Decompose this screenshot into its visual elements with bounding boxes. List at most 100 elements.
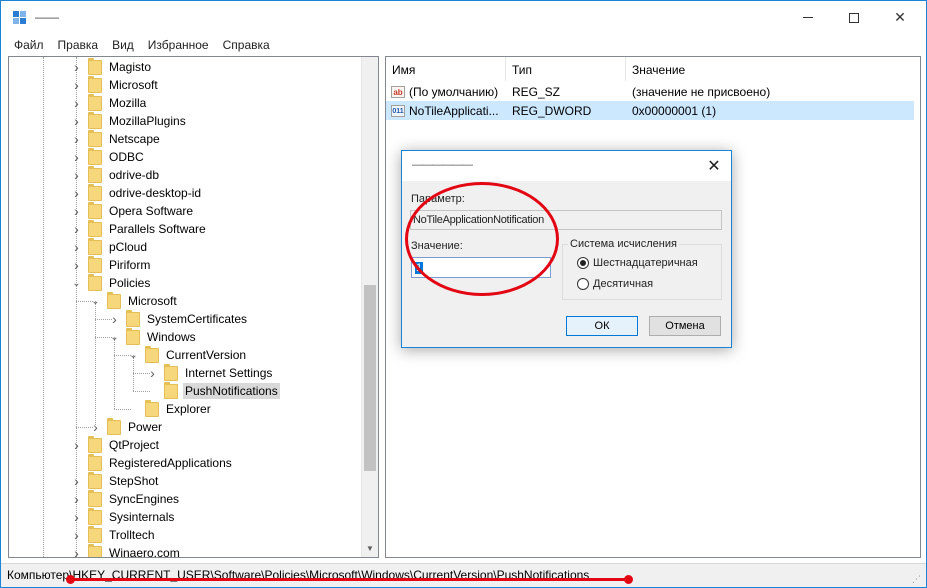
- folder-icon: [88, 471, 102, 489]
- chevron-right-icon[interactable]: ›: [71, 184, 82, 202]
- ok-button[interactable]: ОК: [566, 316, 638, 336]
- tree-node[interactable]: › odrive-desktop-id: [71, 183, 203, 202]
- list-header: Имя Тип Значение: [386, 57, 916, 81]
- tree-node[interactable]: › SystemCertificates: [109, 309, 249, 328]
- chevron-right-icon[interactable]: ›: [71, 220, 82, 238]
- chevron-right-icon[interactable]: ›: [71, 148, 82, 166]
- hex-label: Шестнадцатеричная: [593, 257, 698, 269]
- tree-scrollbar[interactable]: ▼: [361, 57, 378, 557]
- chevron-right-icon[interactable]: ›: [71, 238, 82, 256]
- tree-node[interactable]: ⌄ Policies: [71, 273, 152, 292]
- dec-radio[interactable]: Десятичная: [577, 278, 653, 290]
- value-name: NoTileApplicati...: [409, 103, 499, 118]
- tree-node[interactable]: › Parallels Software: [71, 219, 208, 238]
- chevron-right-icon[interactable]: ›: [71, 112, 82, 130]
- tree-node[interactable]: › Mozilla: [71, 93, 148, 112]
- scroll-down-icon[interactable]: ▼: [366, 544, 374, 553]
- folder-icon: [88, 183, 102, 201]
- chevron-down-icon[interactable]: ⌄: [71, 274, 82, 292]
- radio-checked-icon: [577, 257, 589, 269]
- tree-node[interactable]: Explorer: [128, 399, 213, 418]
- registry-tree[interactable]: ▼ › Magisto › Microsoft › Mozilla › MozillaPlug…: [8, 56, 379, 558]
- value-type: REG_SZ: [512, 84, 561, 99]
- column-type-header[interactable]: Тип: [506, 57, 626, 81]
- folder-icon: [88, 219, 102, 237]
- cancel-button[interactable]: Отмена: [649, 316, 721, 336]
- tree-node-label: RegisteredApplications: [109, 456, 232, 470]
- dialog-close-button[interactable]: ✕: [697, 151, 731, 181]
- tree-node[interactable]: › Opera Software: [71, 201, 195, 220]
- tree-node[interactable]: ⌄ CurrentVersion: [128, 345, 248, 364]
- chevron-right-icon[interactable]: ›: [71, 166, 82, 184]
- minimize-icon: [803, 17, 813, 18]
- column-value-header[interactable]: Значение: [626, 57, 914, 81]
- menu-edit[interactable]: Правка: [51, 35, 106, 55]
- chevron-right-icon[interactable]: ›: [71, 94, 82, 112]
- folder-icon: [164, 363, 178, 381]
- folder-icon: [88, 453, 102, 471]
- dialog-title-bar[interactable]: —————— ✕: [402, 151, 731, 181]
- resize-grip-icon[interactable]: ⋰: [912, 574, 922, 584]
- dec-label: Десятичная: [593, 278, 654, 290]
- tree-node[interactable]: › Trolltech: [71, 525, 157, 544]
- menu-favorites[interactable]: Избранное: [141, 35, 216, 55]
- maximize-button[interactable]: [831, 1, 877, 34]
- chevron-right-icon[interactable]: ›: [71, 202, 82, 220]
- chevron-right-icon[interactable]: ›: [71, 130, 82, 148]
- string-value-icon: ab: [391, 85, 405, 98]
- folder-icon: [126, 309, 140, 327]
- tree-node[interactable]: › QtProject: [71, 435, 161, 454]
- chevron-right-icon[interactable]: ›: [71, 544, 82, 557]
- tree-node[interactable]: › StepShot: [71, 471, 160, 490]
- menu-file[interactable]: Файл: [7, 35, 51, 55]
- tree-node[interactable]: › pCloud: [71, 237, 149, 256]
- tree-node[interactable]: › Internet Settings: [147, 363, 274, 382]
- tree-node[interactable]: › Microsoft: [71, 75, 160, 94]
- tree-node-label: Explorer: [166, 402, 211, 416]
- tree-node[interactable]: RegisteredApplications: [71, 453, 234, 472]
- value-row-notile[interactable]: 011 NoTileApplicati... REG_DWORD 0x000000…: [386, 101, 914, 120]
- chevron-right-icon[interactable]: ›: [71, 76, 82, 94]
- tree-node[interactable]: ⌄ Windows: [109, 327, 198, 346]
- param-label: Параметр:: [411, 193, 465, 205]
- base-groupbox: [562, 244, 722, 300]
- title-bar[interactable]: —— ✕: [1, 1, 926, 34]
- tree-node-label: Power: [128, 420, 163, 434]
- close-button[interactable]: ✕: [877, 1, 923, 34]
- tree-node[interactable]: › Power: [90, 417, 164, 436]
- tree-scrollbar-thumb[interactable]: [364, 285, 376, 471]
- tree-node[interactable]: › ODBC: [71, 147, 146, 166]
- menu-view[interactable]: Вид: [105, 35, 141, 55]
- hex-radio[interactable]: Шестнадцатеричная: [577, 257, 698, 269]
- chevron-right-icon[interactable]: ›: [71, 256, 82, 274]
- chevron-right-icon[interactable]: ›: [71, 508, 82, 526]
- chevron-right-icon[interactable]: ›: [71, 526, 82, 544]
- tree-node[interactable]: ⌄ Microsoft: [90, 291, 179, 310]
- tree-node[interactable]: › Magisto: [71, 57, 153, 76]
- tree-node[interactable]: › odrive-db: [71, 165, 161, 184]
- tree-node[interactable]: PushNotifications: [147, 381, 280, 400]
- minimize-button[interactable]: [785, 1, 831, 34]
- tree-node[interactable]: › Piriform: [71, 255, 152, 274]
- tree-node-label: ODBC: [109, 150, 144, 164]
- menu-help[interactable]: Справка: [216, 35, 277, 55]
- tree-node[interactable]: › Netscape: [71, 129, 162, 148]
- chevron-right-icon[interactable]: ›: [71, 472, 82, 490]
- folder-icon: [107, 417, 121, 435]
- tree-node[interactable]: › MozillaPlugins: [71, 111, 188, 130]
- value-input[interactable]: 1: [411, 257, 551, 278]
- value-row-default[interactable]: ab (По умолчанию) REG_SZ (значение не при…: [386, 82, 914, 101]
- chevron-right-icon[interactable]: ›: [71, 490, 82, 508]
- folder-icon: [88, 237, 102, 255]
- column-name-header[interactable]: Имя: [386, 57, 506, 81]
- folder-icon: [88, 165, 102, 183]
- value-data: 0x00000001 (1): [632, 103, 717, 118]
- tree-node[interactable]: › Winaero.com: [71, 543, 182, 557]
- chevron-right-icon[interactable]: ›: [71, 58, 82, 76]
- menu-bar: Файл Правка Вид Избранное Справка: [1, 35, 926, 55]
- chevron-right-icon[interactable]: ›: [71, 436, 82, 454]
- tree-node[interactable]: › SyncEngines: [71, 489, 181, 508]
- tree-node-label: MozillaPlugins: [109, 114, 186, 128]
- tree-guide-line: [76, 301, 93, 302]
- tree-node[interactable]: › Sysinternals: [71, 507, 176, 526]
